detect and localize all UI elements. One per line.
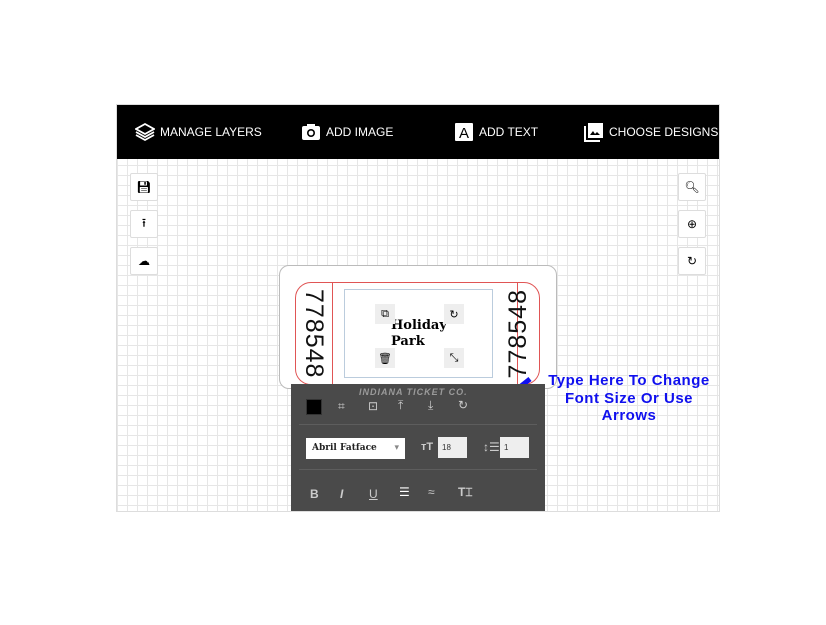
color-swatch[interactable] <box>306 399 322 415</box>
bring-front-icon[interactable]: ⤒ <box>398 398 403 413</box>
font-name: Abril Fatface <box>312 443 377 453</box>
bold-button[interactable]: B <box>310 487 319 501</box>
line-height-icon: ↕☰ <box>483 440 500 454</box>
text-edit-panel: ⌗ ⊡ ⤒ ⤓ ↻ Abril Fatface ▾ ᴛT 18 ↕☰ 1 B I … <box>291 384 545 511</box>
italic-button[interactable]: I <box>340 487 343 501</box>
watermark: INDIANA TICKET CO. <box>359 387 468 397</box>
annotation-text: Type Here To Change Font Size Or Use Arr… <box>548 372 710 424</box>
underline-button[interactable]: U <box>369 487 378 501</box>
font-size-icon: ᴛT <box>421 441 434 453</box>
line-height-input[interactable]: 1 <box>500 437 529 458</box>
font-select[interactable]: Abril Fatface ▾ <box>306 438 405 459</box>
curve-text-icon[interactable]: ≈ <box>428 485 435 499</box>
text-cursor-icon[interactable]: T⌶ <box>458 485 473 500</box>
send-back-icon[interactable]: ⤓ <box>428 398 433 413</box>
annotation-arrow <box>462 377 532 433</box>
center-icon[interactable]: ⊡ <box>368 399 378 413</box>
align-icon[interactable]: ☰ <box>399 485 410 499</box>
crop-icon[interactable]: ⌗ <box>338 399 345 414</box>
flip-icon[interactable]: ↻ <box>458 398 468 412</box>
font-size-input[interactable]: 18 <box>438 437 467 458</box>
chevron-down-icon: ▾ <box>394 443 399 453</box>
